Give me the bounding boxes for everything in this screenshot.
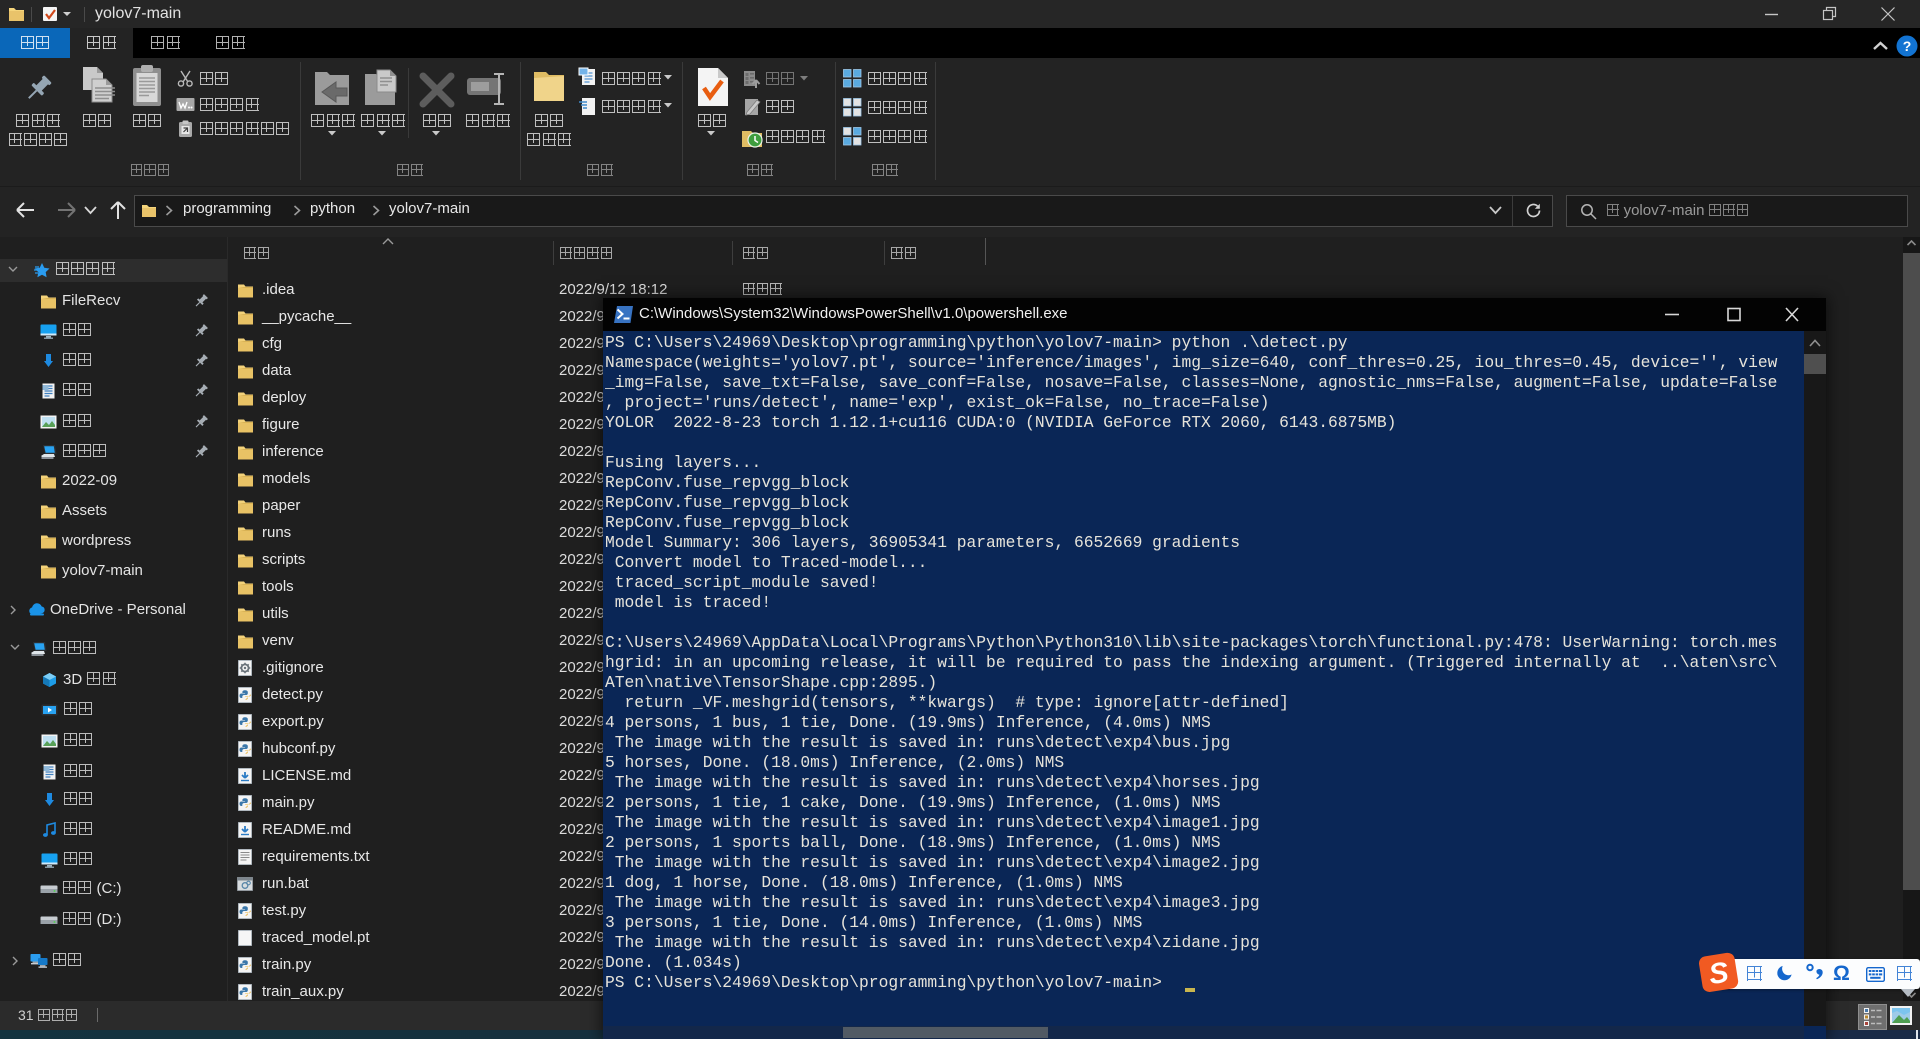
- svg-text:?: ?: [1903, 38, 1912, 54]
